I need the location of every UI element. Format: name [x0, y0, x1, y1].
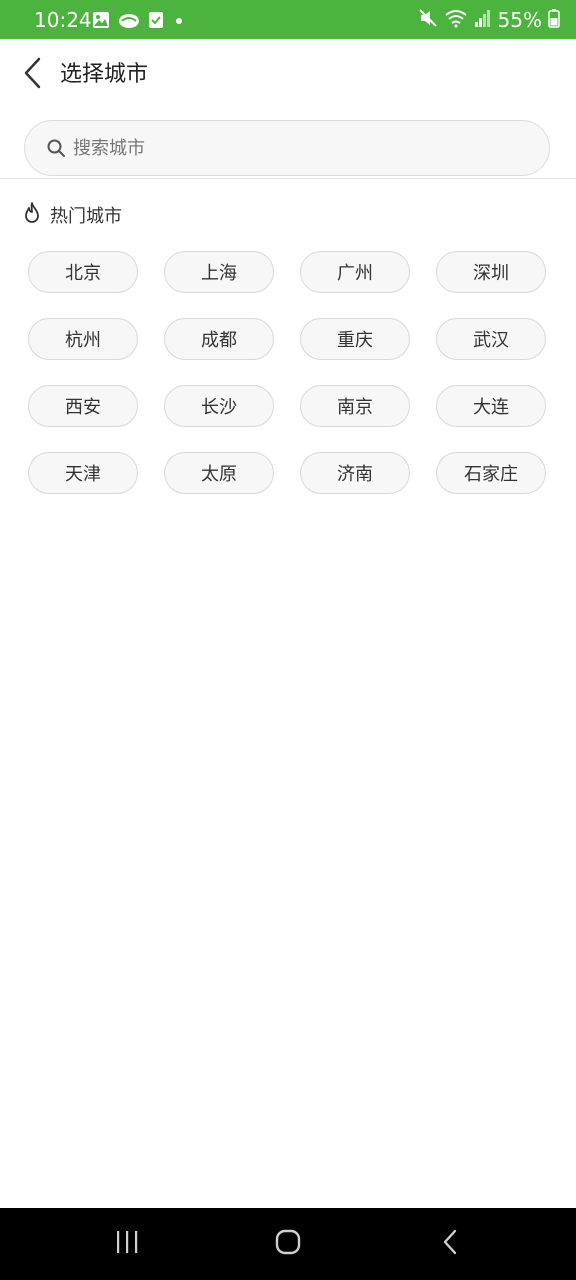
city-chip[interactable]: 济南: [300, 452, 410, 494]
city-chip[interactable]: 石家庄: [436, 452, 546, 494]
hot-city-grid: 北京 上海 广州 深圳 杭州 成都 重庆 武汉 西安 长沙 南京 大连 天津 太…: [28, 251, 548, 494]
nav-back-button[interactable]: [420, 1222, 480, 1266]
system-nav-bar: [0, 1208, 576, 1280]
city-chip[interactable]: 上海: [164, 251, 274, 293]
divider: [0, 178, 576, 179]
system-status-icons: 55%: [418, 8, 560, 32]
checkbox-app-icon: [148, 11, 164, 33]
signal-icon: [474, 8, 492, 32]
status-bar: 10:24 55%: [0, 0, 576, 39]
page-title: 选择城市: [60, 62, 149, 87]
nav-back-icon: [441, 1228, 459, 1260]
city-chip[interactable]: 成都: [164, 318, 274, 360]
back-button[interactable]: [16, 57, 48, 93]
city-chip[interactable]: 长沙: [164, 385, 274, 427]
app-header: 选择城市: [0, 39, 576, 109]
city-chip[interactable]: 大连: [436, 385, 546, 427]
search-input[interactable]: [71, 136, 515, 160]
city-chip[interactable]: 西安: [28, 385, 138, 427]
recents-button[interactable]: [97, 1222, 157, 1266]
cloud-app-icon: [118, 11, 140, 33]
hot-cities-header: 热门城市: [22, 200, 122, 230]
battery-percent: 55%: [497, 8, 542, 32]
search-icon: [45, 137, 67, 159]
city-chip[interactable]: 南京: [300, 385, 410, 427]
notification-icons: [92, 11, 186, 33]
gallery-icon: [92, 11, 110, 33]
flame-icon: [22, 201, 42, 229]
city-chip[interactable]: 重庆: [300, 318, 410, 360]
status-time: 10:24: [34, 8, 92, 32]
city-chip[interactable]: 杭州: [28, 318, 138, 360]
search-bar[interactable]: [24, 120, 550, 176]
mute-icon: [418, 8, 438, 32]
city-chip[interactable]: 太原: [164, 452, 274, 494]
home-button[interactable]: [258, 1222, 318, 1266]
home-icon: [274, 1228, 302, 1260]
city-chip[interactable]: 深圳: [436, 251, 546, 293]
city-chip[interactable]: 广州: [300, 251, 410, 293]
battery-icon: [548, 8, 560, 32]
section-title: 热门城市: [50, 206, 122, 227]
city-chip[interactable]: 天津: [28, 452, 138, 494]
chevron-left-icon: [22, 56, 42, 94]
wifi-icon: [444, 8, 468, 32]
city-chip[interactable]: 武汉: [436, 318, 546, 360]
city-chip[interactable]: 北京: [28, 251, 138, 293]
dot-icon: [172, 13, 186, 32]
recents-icon: [114, 1230, 140, 1258]
